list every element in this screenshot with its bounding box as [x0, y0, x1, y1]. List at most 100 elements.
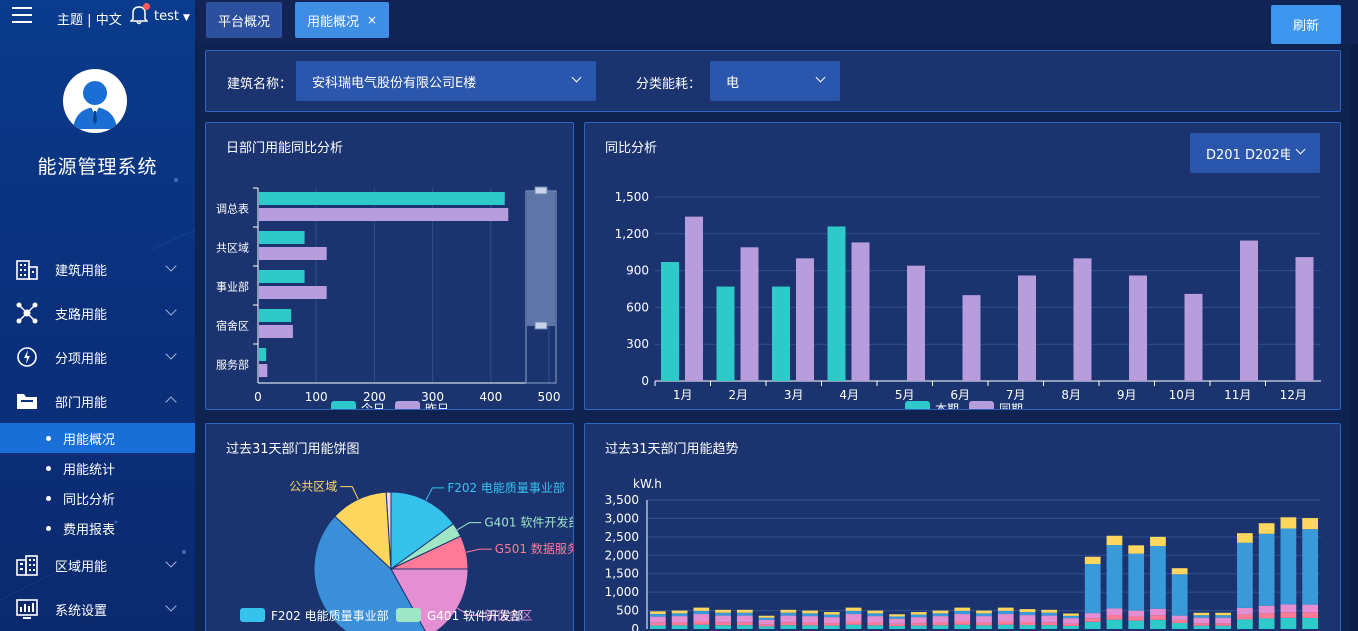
settings-icon [16, 598, 38, 620]
stack-segment [1019, 622, 1036, 626]
theme-link[interactable]: 主题 [57, 13, 83, 28]
stack-segment [976, 613, 992, 617]
stack-segment [1084, 563, 1101, 614]
stack-segment [1237, 607, 1253, 615]
submenu-item-statistics[interactable]: 用能统计 [0, 453, 195, 483]
y-tick-label: 2,500 [605, 530, 639, 544]
stack-segment [954, 624, 971, 629]
notification-bell-icon[interactable] [129, 3, 150, 25]
stack-segment [671, 613, 688, 617]
stack-segment [823, 625, 840, 629]
stack-segment [1106, 619, 1123, 629]
x-category-label: 6月 [950, 388, 970, 402]
language-link[interactable]: 中文 [96, 13, 122, 28]
tab-label: 平台概况 [218, 14, 271, 30]
dept-trend-chart: kW.h 0 500 1,000 1,500 2,000 2,500 3,000 3,500 [605, 477, 1321, 631]
menu-item-settings[interactable]: 系统设置 [0, 587, 195, 631]
bar-previous [907, 265, 925, 381]
x-category-label: 2月 [728, 388, 748, 402]
menu-item-label: 支路用能 [55, 307, 108, 323]
submenu-item-cost-report[interactable]: 费用报表 [0, 513, 195, 543]
stack-segment [954, 621, 971, 625]
x-category-label: 11月 [1224, 388, 1251, 402]
stack-segment [867, 622, 884, 626]
pie-label-line [457, 522, 482, 531]
stack-segment [736, 612, 753, 616]
stack-segment [997, 624, 1014, 629]
zoom-slider-window [527, 191, 555, 326]
bar-yesterday [259, 325, 293, 338]
bar-previous [1018, 275, 1036, 381]
tab-label: 用能概况 [307, 14, 360, 30]
menu-item-region[interactable]: 区域用能 [0, 543, 195, 587]
user-menu[interactable]: test ▼ [154, 9, 190, 24]
y-tick-label: 1,000 [605, 585, 639, 599]
stack-segment [1302, 529, 1318, 605]
submenu-label: 同比分析 [63, 492, 116, 508]
legend-label: F202 电能质量事业部 [271, 608, 389, 623]
tab-energy-overview[interactable]: 用能概况 × [295, 2, 390, 38]
bar-previous [1295, 257, 1314, 381]
stack-segment [1302, 612, 1318, 618]
stack-segment [736, 625, 753, 629]
category-label: 分类能耗： [636, 77, 702, 92]
menu-item-branch[interactable]: 支路用能 [0, 291, 195, 335]
y-tick-label: 2,000 [605, 548, 639, 562]
stack-segment [1280, 517, 1297, 529]
stack-segment [1019, 615, 1036, 623]
x-tick-label: 0 [254, 390, 262, 404]
building-select[interactable]: 安科瑞电气股份有限公司E楼 [296, 61, 596, 101]
user-caret-icon: ▼ [182, 13, 190, 23]
bar-yesterday [259, 364, 268, 377]
y-tick-label: 500 [616, 604, 639, 618]
dept-bar-panel: 日部门用能同比分析 0 100 200 300 400 500 调总表 共区域 事业部 宿舍区 服务… [205, 122, 574, 410]
stack-segment [1041, 612, 1058, 616]
avatar[interactable] [63, 69, 127, 133]
page-scrollbar[interactable] [1351, 44, 1358, 631]
stack-segment [1171, 574, 1188, 616]
menu-item-building[interactable]: 建筑用能 [0, 247, 195, 291]
stack-segment [1193, 623, 1210, 626]
stack-segment [976, 610, 992, 614]
y-category-label: 共区域 [216, 242, 249, 255]
tab-platform-overview[interactable]: 平台概况 [206, 2, 283, 38]
stack-segment [1258, 533, 1275, 606]
x-category-label: 7月 [1006, 388, 1026, 402]
stack-segment [1106, 545, 1123, 609]
legend-label: 今日 [361, 401, 385, 410]
chevron-down-icon [165, 260, 177, 272]
stack-segment [758, 615, 775, 618]
stack-segment [1150, 619, 1166, 629]
bar-yesterday [259, 208, 509, 221]
stack-segment [650, 613, 666, 617]
y-tick-label: 300 [626, 337, 649, 351]
menu-item-department[interactable]: 部门用能 [0, 379, 195, 423]
y-tick-label: 0 [631, 622, 639, 631]
y-axis-unit: kW.h [633, 477, 662, 491]
stack-segment [1063, 615, 1079, 619]
y-tick-label: 3,500 [605, 493, 639, 507]
stack-segment [1128, 616, 1145, 621]
menu-toggle-icon[interactable] [12, 7, 32, 25]
topbar-separator: | [87, 13, 92, 28]
submenu-item-yoy[interactable]: 同比分析 [0, 483, 195, 513]
category-select-value: 电 [726, 75, 740, 91]
dept-pie-chart: F202 电能质量事业部G401 软件开发部G501 数据服务部新宿舍区公共区域… [240, 480, 573, 631]
legend-swatch [395, 401, 420, 409]
category-select[interactable]: 电 [710, 61, 840, 101]
menu-item-label: 区域用能 [55, 559, 108, 575]
refresh-button[interactable]: 刷新 [1271, 5, 1341, 44]
filter-bar: 建筑名称： 安科瑞电气股份有限公司E楼 分类能耗： 电 [205, 50, 1341, 112]
stack-segment [1150, 615, 1166, 620]
stack-segment [932, 610, 949, 614]
stack-segment [1258, 605, 1275, 614]
stack-segment [693, 607, 710, 611]
stack-segment [997, 610, 1014, 615]
stack-segment [693, 614, 710, 622]
submenu-item-overview[interactable]: 用能概况 [0, 423, 195, 453]
close-icon[interactable]: × [367, 13, 377, 27]
stack-segment [954, 614, 971, 622]
stack-segment [954, 607, 971, 611]
bar-today [259, 270, 305, 283]
menu-item-subitem[interactable]: 分项用能 [0, 335, 195, 379]
